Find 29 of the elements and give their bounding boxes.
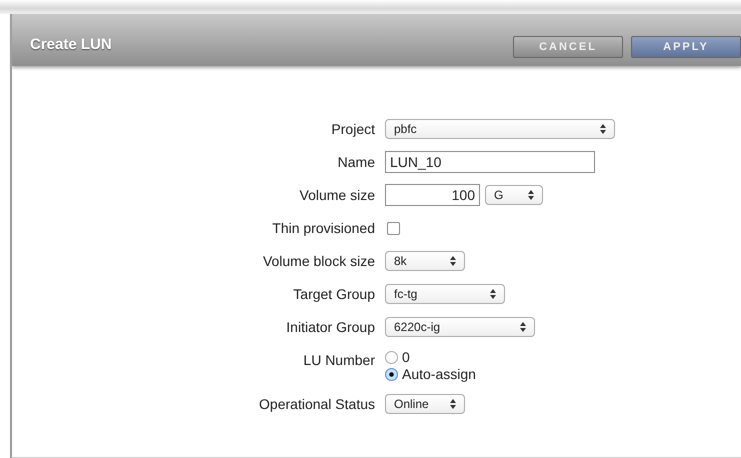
radio-label: 0 xyxy=(402,349,410,365)
field-label: Name xyxy=(336,153,376,172)
dropdown[interactable]: pbfc xyxy=(385,119,615,139)
dropdown-arrows-icon xyxy=(490,289,496,299)
field-label: Operational Status xyxy=(258,395,376,414)
radio-button[interactable] xyxy=(385,368,398,380)
field-label: Project xyxy=(330,120,376,139)
dropdown-arrows-icon xyxy=(528,190,534,200)
field-label: LU Number xyxy=(302,351,376,370)
dialog-title: Create LUN xyxy=(30,36,112,53)
field-label: Volume block size xyxy=(262,252,376,271)
field-label: Target Group xyxy=(292,285,376,304)
dropdown-arrows-icon xyxy=(520,322,526,332)
field-label: Initiator Group xyxy=(285,318,376,337)
radio-button[interactable] xyxy=(385,350,398,364)
unit-dropdown[interactable]: G xyxy=(485,185,543,205)
size-field[interactable]: 100 xyxy=(385,184,480,206)
dropdown[interactable]: 6220c-ig xyxy=(385,317,535,337)
dropdown-arrows-icon xyxy=(450,399,456,409)
dropdown-arrows-icon xyxy=(600,124,606,134)
field-label: Thin provisioned xyxy=(271,219,376,238)
dropdown-arrows-icon xyxy=(450,256,456,266)
field-label: Volume size xyxy=(298,186,376,205)
dropdown[interactable]: 8k xyxy=(385,251,465,271)
checkbox[interactable] xyxy=(387,222,400,234)
radio-label: Auto-assign xyxy=(402,366,476,382)
dropdown[interactable]: Online xyxy=(385,394,465,414)
dropdown[interactable]: fc-tg xyxy=(385,284,505,304)
name-field[interactable]: LUN_10 xyxy=(385,151,595,173)
